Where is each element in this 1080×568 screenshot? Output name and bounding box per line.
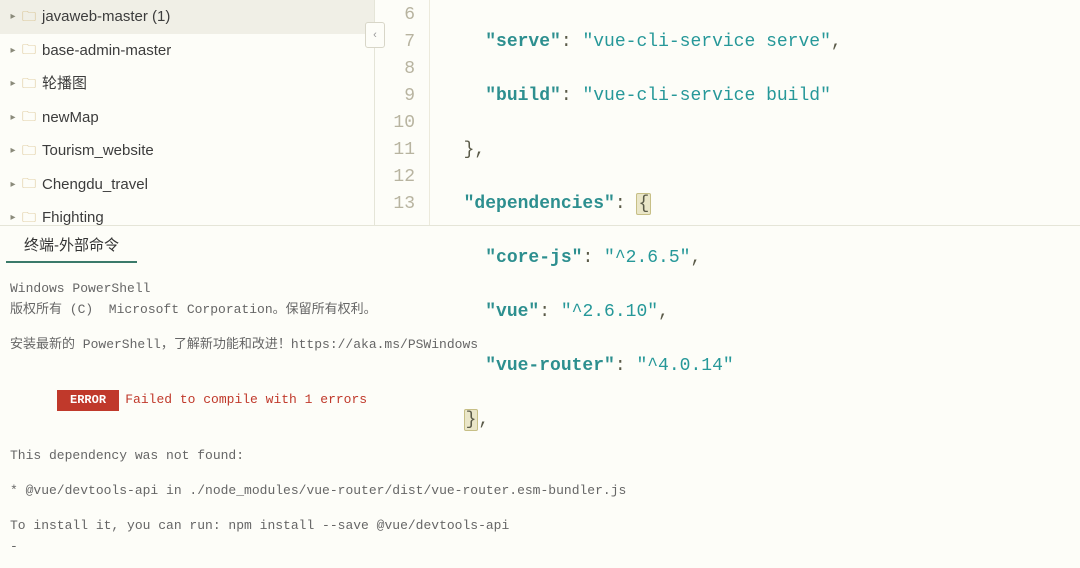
folder-icon: 🗀: [22, 139, 36, 163]
chevron-right-icon[interactable]: ▸: [6, 109, 20, 126]
line-number: 8: [375, 56, 415, 83]
tree-label: base-admin-master: [42, 38, 171, 64]
tree-label: Tourism_website: [42, 138, 154, 164]
code-line[interactable]: "dependencies": {: [442, 191, 1080, 218]
code-line[interactable]: "serve": "vue-cli-service serve",: [442, 29, 1080, 56]
code-line[interactable]: },: [442, 407, 1080, 434]
tree-item-base-admin[interactable]: ▸ 🗀 base-admin-master: [0, 34, 374, 68]
chevron-right-icon[interactable]: ▸: [6, 42, 20, 59]
error-badge: ERROR: [57, 390, 119, 411]
project-sidebar: ▸ 🗀 javaweb-master (1) ▸ 🗀 base-admin-ma…: [0, 0, 375, 225]
chevron-right-icon[interactable]: ▸: [6, 8, 20, 25]
tree-item-carousel[interactable]: ▸ 🗀 轮播图: [0, 67, 374, 101]
tree-label: newMap: [42, 105, 99, 131]
tree-label: 轮播图: [42, 71, 87, 97]
tree-label: Chengdu_travel: [42, 172, 148, 198]
terminal-tab-label: 终端-外部命令: [24, 237, 119, 254]
code-line[interactable]: "vue": "^2.6.10",: [442, 299, 1080, 326]
chevron-left-icon: ‹: [373, 29, 377, 41]
folder-icon: 🗀: [22, 105, 36, 129]
tree-label: Fhighting: [42, 205, 104, 225]
line-number: 11: [375, 137, 415, 164]
line-number: 9: [375, 83, 415, 110]
sidebar-collapse-handle[interactable]: ‹: [365, 22, 385, 48]
tree-item-newmap[interactable]: ▸ 🗀 newMap: [0, 101, 374, 135]
terminal-cursor-line: -: [10, 537, 1070, 558]
line-number: 13: [375, 191, 415, 218]
tree-item-tourism[interactable]: ▸ 🗀 Tourism_website: [0, 134, 374, 168]
code-line[interactable]: "core-js": "^2.6.5",: [442, 245, 1080, 272]
folder-icon: 🗀: [22, 72, 36, 96]
code-line[interactable]: "vue-router": "^4.0.14": [442, 353, 1080, 380]
terminal-line: To install it, you can run: npm install …: [10, 516, 1070, 537]
project-tree: ▸ 🗀 javaweb-master (1) ▸ 🗀 base-admin-ma…: [0, 0, 374, 225]
terminal-tab[interactable]: 终端-外部命令: [6, 226, 137, 263]
tree-item-fhighting[interactable]: ▸ 🗀 Fhighting: [0, 201, 374, 225]
folder-icon: 🗀: [22, 38, 36, 62]
chevron-right-icon[interactable]: ▸: [6, 142, 20, 159]
tree-item-javaweb[interactable]: ▸ 🗀 javaweb-master (1): [0, 0, 374, 34]
top-panel: ▸ 🗀 javaweb-master (1) ▸ 🗀 base-admin-ma…: [0, 0, 1080, 225]
chevron-right-icon[interactable]: ▸: [6, 75, 20, 92]
code-area[interactable]: "serve": "vue-cli-service serve", "build…: [430, 0, 1080, 225]
folder-icon: 🗀: [22, 172, 36, 196]
tree-label: javaweb-master (1): [42, 4, 170, 30]
folder-icon: 🗀: [22, 5, 36, 29]
tree-item-chengdu[interactable]: ▸ 🗀 Chengdu_travel: [0, 168, 374, 202]
folder-icon: 🗀: [22, 206, 36, 225]
chevron-right-icon[interactable]: ▸: [6, 209, 20, 225]
code-line[interactable]: "build": "vue-cli-service build": [442, 83, 1080, 110]
code-editor[interactable]: 6 7 8 9 10 11 12 13 "serve": "vue-cli-se…: [375, 0, 1080, 225]
error-message: Failed to compile with 1 errors: [125, 392, 367, 407]
code-line[interactable]: },: [442, 137, 1080, 164]
line-number: 12: [375, 164, 415, 191]
chevron-right-icon[interactable]: ▸: [6, 176, 20, 193]
line-number: 10: [375, 110, 415, 137]
